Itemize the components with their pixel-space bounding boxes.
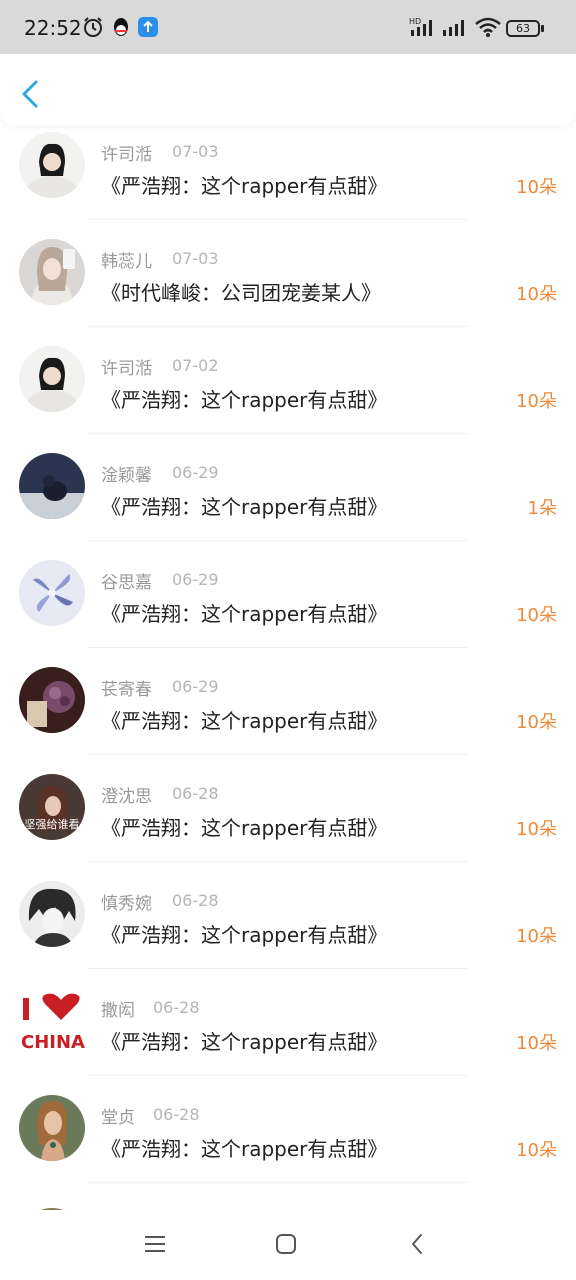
divider [88,1182,468,1183]
svg-text:HD: HD [409,17,421,26]
divider [88,540,468,541]
avatar [19,132,85,198]
divider [88,861,468,862]
gift-amount: 1朵 [527,498,557,519]
book-title: 《严浩翔：这个rapper有点甜》 [101,495,388,519]
divider [88,1075,468,1076]
avatar [19,560,85,626]
book-title: 《严浩翔：这个rapper有点甜》 [101,1137,388,1161]
list-item[interactable]: 韩蕊儿 07-03 《时代峰峻：公司团宠姜某人》 10朵 [0,233,576,340]
date: 06-28 [153,1105,200,1124]
battery-icon: 63 [506,20,540,37]
list-item[interactable]: 慎秀婉 06-28 《严浩翔：这个rapper有点甜》 10朵 [0,875,576,982]
book-title: 《严浩翔：这个rapper有点甜》 [101,1030,388,1054]
date: 06-29 [172,570,219,589]
divider [88,219,468,220]
gift-amount: 10朵 [516,1140,557,1161]
book-title: 《严浩翔：这个rapper有点甜》 [101,923,388,947]
book-title: 《严浩翔：这个rapper有点甜》 [101,709,388,733]
date: 06-28 [172,784,219,803]
book-title: 《严浩翔：这个rapper有点甜》 [101,174,388,198]
avatar-text: 坚强给谁看 [25,817,80,831]
avatar: CHINA [19,988,85,1054]
list-item[interactable]: 淦颖馨 06-29 《严浩翔：这个rapper有点甜》 1朵 [0,447,576,554]
book-title: 《严浩翔：这个rapper有点甜》 [101,816,388,840]
chevron-left-icon[interactable] [16,76,46,112]
date: 07-03 [172,142,219,161]
hd-signal-icon: HD [409,17,432,36]
user-name: 苌寄春 [101,680,152,700]
gift-amount: 10朵 [516,819,557,840]
avatar [19,1095,85,1161]
avatar [19,881,85,947]
gift-record-list: 许司湉 07-03 《严浩翔：这个rapper有点甜》 10朵 韩蕊儿 07-0… [0,126,576,1210]
list-item[interactable]: 堂贞 06-28 《严浩翔：这个rapper有点甜》 10朵 [0,1089,576,1196]
menu-icon[interactable] [141,1230,169,1258]
alarm-icon [84,17,102,37]
book-title: 《严浩翔：这个rapper有点甜》 [101,602,388,626]
list-item[interactable]: 谷思嘉 06-29 《严浩翔：这个rapper有点甜》 10朵 [0,554,576,661]
avatar [19,453,85,519]
gift-amount: 10朵 [516,712,557,733]
system-nav-bar [0,1210,576,1280]
upload-icon [138,17,158,37]
date: 06-28 [153,998,200,1017]
qq-icon [114,18,128,36]
user-name: 淦颖馨 [101,466,152,486]
divider [88,433,468,434]
user-name: 许司湉 [101,145,152,165]
wifi-icon [475,17,501,37]
date: 06-29 [172,463,219,482]
book-title: 《严浩翔：这个rapper有点甜》 [101,388,388,412]
gift-amount: 10朵 [516,177,557,198]
list-item[interactable]: 坚强给谁看 澄沈思 06-28 《严浩翔：这个rapper有点甜》 10朵 [0,768,576,875]
list-item[interactable]: 许司湉 07-02 《严浩翔：这个rapper有点甜》 10朵 [0,340,576,447]
divider [88,647,468,648]
gift-amount: 10朵 [516,926,557,947]
list-item[interactable]: 许司湉 07-03 《严浩翔：这个rapper有点甜》 10朵 [0,126,576,233]
list-item[interactable]: CHINA 撒闳 06-28 《严浩翔：这个rapper有点甜》 10朵 [0,982,576,1089]
book-title: 《时代峰峻：公司团宠姜某人》 [101,281,381,305]
list-item[interactable]: 苌寄春 06-29 《严浩翔：这个rapper有点甜》 10朵 [0,661,576,768]
avatar [19,346,85,412]
date: 06-29 [172,677,219,696]
user-name: 韩蕊儿 [101,252,152,272]
date: 06-28 [172,891,219,910]
divider [88,754,468,755]
status-time: 22:52 [24,16,82,40]
avatar: 坚强给谁看 [19,774,85,840]
gift-amount: 10朵 [516,605,557,626]
user-name: 撒闳 [101,1001,135,1021]
avatar [19,667,85,733]
date: 07-03 [172,249,219,268]
date: 07-02 [172,356,219,375]
user-name: 慎秀婉 [101,894,152,914]
gift-amount: 10朵 [516,391,557,412]
user-name: 谷思嘉 [101,573,152,593]
battery-tip [541,25,544,32]
signal-icon [443,20,464,36]
home-icon[interactable] [272,1230,300,1258]
user-name: 堂贞 [101,1108,135,1128]
status-bar: 22:52 HD 63 [0,0,576,54]
user-name: 许司湉 [101,359,152,379]
divider [88,326,468,327]
avatar [19,239,85,305]
back-icon[interactable] [404,1230,432,1258]
avatar-text: CHINA [21,1032,85,1053]
gift-amount: 10朵 [516,284,557,305]
header [0,54,576,126]
divider [88,968,468,969]
list-item-partial[interactable] [0,1196,576,1210]
gift-amount: 10朵 [516,1033,557,1054]
user-name: 澄沈思 [101,787,152,807]
